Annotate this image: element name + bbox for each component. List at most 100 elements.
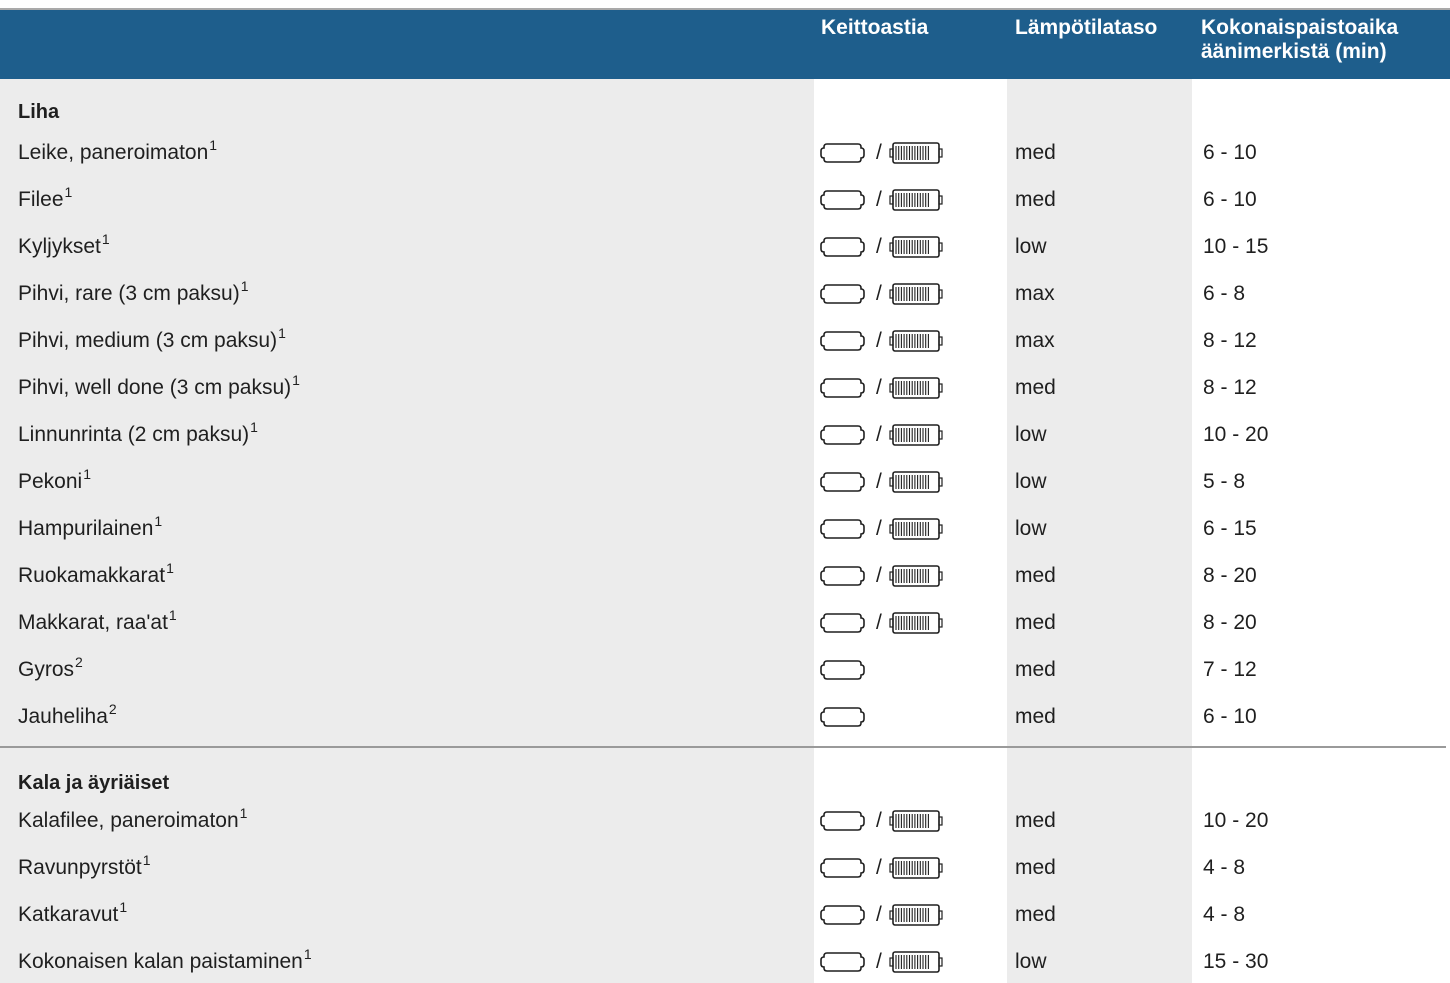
footnote-marker: 1	[303, 946, 312, 962]
cookware-separator: /	[876, 141, 882, 164]
food-name: Jauheliha2	[18, 701, 117, 728]
grill-plate-icon	[888, 950, 944, 983]
temperature-level: med	[1015, 705, 1056, 728]
temperature-level: med	[1015, 809, 1056, 832]
food-name: Pihvi, well done (3 cm paksu)1	[18, 372, 300, 399]
cookware-cell	[820, 706, 1000, 728]
temperature-level: max	[1015, 329, 1055, 352]
grill-plate-icon	[888, 903, 944, 936]
cookware-separator: /	[876, 809, 882, 832]
food-name: Pihvi, rare (3 cm paksu)1	[18, 278, 249, 305]
temperature-level: med	[1015, 611, 1056, 634]
footnote-marker: 1	[168, 607, 177, 623]
cookware-separator: /	[876, 517, 882, 540]
temperature-level: low	[1015, 423, 1047, 446]
frying-pan-icon	[820, 857, 866, 888]
cookware-cell: /	[820, 188, 1000, 211]
frying-pan-icon	[820, 659, 866, 690]
table-row: Pihvi, medium (3 cm paksu)1 / max 8 - 12	[0, 326, 1450, 356]
cooking-time: 8 - 12	[1203, 329, 1257, 352]
section-title: Liha	[18, 101, 60, 123]
food-name: Makkarat, raa'at1	[18, 607, 177, 634]
cooking-time: 8 - 20	[1203, 564, 1257, 587]
frying-pan-icon	[820, 189, 866, 220]
food-name: Filee1	[18, 184, 73, 211]
grill-plate-icon	[888, 329, 944, 362]
grill-plate-icon	[888, 564, 944, 597]
section-title-row: Kala ja äyriäiset	[0, 768, 1450, 798]
frying-pan-icon	[820, 810, 866, 841]
cookware-cell: /	[820, 282, 1000, 305]
cooking-time: 6 - 10	[1203, 188, 1257, 211]
frying-pan-icon	[820, 565, 866, 596]
frying-pan-icon	[820, 330, 866, 361]
grill-plate-icon	[888, 376, 944, 409]
table-row: Pihvi, rare (3 cm paksu)1 / max 6 - 8	[0, 279, 1450, 309]
table-row: Pihvi, well done (3 cm paksu)1 / med 8 - 12	[0, 373, 1450, 403]
footnote-marker: 1	[240, 278, 249, 294]
cookware-separator: /	[876, 376, 882, 399]
footnote-marker: 1	[83, 466, 92, 482]
cookware-cell: /	[820, 470, 1000, 493]
food-name: Linnunrinta (2 cm paksu)1	[18, 419, 258, 446]
cooking-time: 10 - 15	[1203, 235, 1269, 258]
footnote-marker: 1	[278, 325, 286, 341]
header-total-time: Kokonaispaistoaika äänimerkistä (min)	[1201, 16, 1398, 64]
footnote-marker: 1	[209, 137, 218, 153]
table-row: Ruokamakkarat1 / med 8 - 20	[0, 561, 1450, 591]
frying-pan-icon	[820, 377, 866, 408]
temperature-level: med	[1015, 188, 1056, 211]
footnote-marker: 1	[142, 852, 151, 868]
food-name: Kokonaisen kalan paistaminen1	[18, 946, 312, 973]
frying-pan-icon	[820, 706, 866, 737]
cooking-time: 6 - 10	[1203, 141, 1257, 164]
cooking-time: 5 - 8	[1203, 470, 1246, 493]
cookware-separator: /	[876, 903, 882, 926]
footnote-marker: 1	[101, 231, 110, 247]
cooking-time: 6 - 10	[1203, 705, 1257, 728]
frying-pan-icon	[820, 518, 866, 549]
frying-pan-icon	[820, 612, 866, 643]
table-row: Filee1 / med 6 - 10	[0, 185, 1450, 215]
header-time-line2: äänimerkistä (min)	[1201, 40, 1387, 63]
temperature-level: med	[1015, 564, 1056, 587]
temperature-level: med	[1015, 376, 1056, 399]
food-name: Hampurilainen1	[18, 513, 163, 540]
frying-pan-icon	[820, 283, 866, 314]
table-row: Linnunrinta (2 cm paksu)1 / low 10 - 20	[0, 420, 1450, 450]
cooking-time: 4 - 8	[1203, 856, 1246, 879]
food-name: Gyros2	[18, 654, 83, 681]
table-row: Makkarat, raa'at1 / med 8 - 20	[0, 608, 1450, 638]
food-name: Leike, paneroimaton1	[18, 137, 218, 164]
table-row: Katkaravut1 / med 4 - 8	[0, 900, 1450, 930]
cooking-time: 8 - 20	[1203, 611, 1257, 634]
temperature-level: med	[1015, 658, 1056, 681]
header-temperature: Lämpötilataso	[1015, 16, 1158, 39]
grill-plate-icon	[888, 282, 944, 315]
table-row: Kokonaisen kalan paistaminen1 / low 15 - 30	[0, 947, 1450, 977]
temperature-level: low	[1015, 950, 1047, 973]
food-name: Kyljykset1	[18, 231, 110, 258]
grill-plate-icon	[888, 141, 944, 174]
temperature-level: max	[1015, 282, 1055, 305]
cooking-time: 8 - 12	[1203, 376, 1257, 399]
cookware-cell: /	[820, 235, 1000, 258]
cookware-cell	[820, 659, 1000, 681]
grill-plate-icon	[888, 188, 944, 221]
frying-pan-icon	[820, 471, 866, 502]
table-row: Leike, paneroimaton1 / med 6 - 10	[0, 138, 1450, 168]
grill-plate-icon	[888, 423, 944, 456]
table-row: Kalafilee, paneroimaton1 / med 10 - 20	[0, 806, 1450, 836]
frying-pan-icon	[820, 236, 866, 267]
temperature-level: low	[1015, 470, 1047, 493]
grill-plate-icon	[888, 809, 944, 842]
table-row: Gyros2 med 7 - 12	[0, 655, 1450, 685]
food-name: Ravunpyrstöt1	[18, 852, 151, 879]
cooking-time: 6 - 15	[1203, 517, 1257, 540]
footnote-marker: 1	[64, 184, 73, 200]
footnote-marker: 1	[166, 560, 174, 576]
table-row: Kyljykset1 / low 10 - 15	[0, 232, 1450, 262]
cooking-time: 15 - 30	[1203, 950, 1269, 973]
cookware-cell: /	[820, 141, 1000, 164]
grill-plate-icon	[888, 470, 944, 503]
